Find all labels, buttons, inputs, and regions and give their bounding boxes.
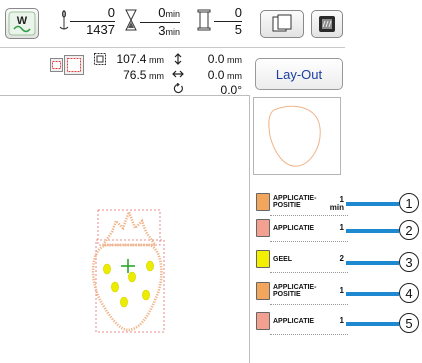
row-divider <box>270 304 348 305</box>
status-bar: W 0 1437 0min 3min 0 5 <box>0 0 345 48</box>
callout-leader <box>346 322 399 326</box>
thread-name: APPLICATIE- POSITIE <box>273 195 316 209</box>
row-divider <box>270 334 348 335</box>
thread-number: 1 <box>339 223 344 232</box>
strawberry-pattern <box>91 208 165 333</box>
row-divider <box>270 241 348 242</box>
callout-leader <box>346 202 399 206</box>
thread-color-swatch <box>256 250 270 268</box>
thread-name-line2: POSITIE <box>273 291 301 298</box>
horizontal-offset-value: 0.0 <box>207 68 225 82</box>
center-marker <box>121 259 135 273</box>
stitch-total: 1437 <box>86 22 115 37</box>
thread-row[interactable]: APPLICATIE- POSITIE 1 min <box>256 190 348 216</box>
svg-text:W: W <box>17 15 28 27</box>
callout-number: 2 <box>399 220 419 240</box>
pattern-height: 76.5 mm <box>104 68 164 82</box>
pattern-height-value: 76.5 <box>123 68 147 82</box>
layout-button[interactable]: Lay-Out <box>255 58 343 90</box>
thread-name-line1: GEEL <box>273 256 293 263</box>
thread-color-swatch <box>256 282 270 300</box>
color-counter: 0 5 <box>214 6 242 37</box>
thread-name-line1: APPLICATIE- <box>273 195 317 202</box>
thread-color-swatch <box>256 193 270 211</box>
frame-copy-button[interactable] <box>260 10 304 38</box>
thread-w-icon: W <box>8 11 36 36</box>
embroidery-canvas[interactable] <box>0 96 248 363</box>
row-divider <box>270 272 348 273</box>
thread-name: APPLICATIE <box>273 318 314 325</box>
film-icon <box>319 16 335 32</box>
horizontal-arrows-icon <box>172 70 184 78</box>
callout-number: 5 <box>399 313 419 333</box>
pattern-width: 107.4 mm <box>104 52 164 66</box>
needle-icon <box>59 10 69 30</box>
time-current-unit: min <box>165 9 180 19</box>
embroidery-edit-screen: W 0 1437 0min 3min 0 5 107.4 mm 76.5 mm … <box>0 0 422 363</box>
thread-number: 2 <box>339 254 344 263</box>
callout-number: 3 <box>399 252 419 272</box>
vertical-arrows-icon <box>174 53 182 65</box>
pattern-width-unit: mm <box>149 55 164 65</box>
hourglass-icon <box>125 9 137 31</box>
pattern-width-value: 107.4 <box>116 52 147 66</box>
thread-name-line1: APPLICATIE <box>273 225 315 232</box>
thread-number-unit: min <box>329 203 344 212</box>
vertical-offset-value: 0.0 <box>207 52 225 66</box>
time-total-unit: min <box>165 27 180 37</box>
thread-spool-icon <box>197 9 211 31</box>
horizontal-offset: 0.0 mm <box>196 68 242 82</box>
thread-color-swatch <box>256 312 270 330</box>
thread-name: GEEL <box>273 256 292 263</box>
thread-color-swatch <box>256 219 270 237</box>
thread-name-line2: POSITIE <box>273 202 301 209</box>
thread-row[interactable]: APPLICATIE 1 <box>256 309 348 335</box>
pattern-preview <box>253 97 341 175</box>
strawberry-body <box>91 243 163 332</box>
callout-number: 4 <box>399 283 419 303</box>
pane-divider <box>249 95 250 363</box>
thread-row[interactable]: APPLICATIE 1 <box>256 216 348 242</box>
stitch-counter: 0 1437 <box>70 6 115 37</box>
thread-mode-button[interactable]: W <box>5 8 39 39</box>
color-current: 0 <box>214 6 242 22</box>
stitch-current: 0 <box>70 6 115 22</box>
color-total: 5 <box>234 22 242 37</box>
thread-name: APPLICATIE <box>273 225 314 232</box>
thread-row[interactable]: APPLICATIE- POSITIE 1 <box>256 279 348 305</box>
callout-leader <box>346 229 399 233</box>
thread-number: 1 <box>339 316 344 325</box>
vertical-offset: 0.0 mm <box>196 52 242 66</box>
preview-outline <box>268 105 321 167</box>
callout-leader <box>346 292 399 296</box>
thread-name-line1: APPLICATIE- <box>273 284 317 291</box>
callout-number: 1 <box>399 193 419 213</box>
thread-name: APPLICATIE- POSITIE <box>273 284 316 298</box>
screen-mode-button[interactable] <box>311 10 343 38</box>
frame-copy-icon <box>272 14 292 32</box>
rotate-icon <box>173 83 183 94</box>
thread-name-line1: APPLICATIE <box>273 318 315 325</box>
thread-number: 1 <box>339 286 344 295</box>
pattern-height-unit: mm <box>149 71 164 81</box>
horizontal-offset-unit: mm <box>227 71 242 81</box>
vertical-offset-unit: mm <box>227 55 242 65</box>
thread-row[interactable]: GEEL 2 <box>256 247 348 273</box>
selection-box-main <box>95 239 165 333</box>
thread-number: 1 min <box>330 196 344 212</box>
embroidery-frame-icon <box>50 55 84 75</box>
time-counter: 0min 3min <box>140 6 180 39</box>
callout-leader <box>346 261 399 265</box>
